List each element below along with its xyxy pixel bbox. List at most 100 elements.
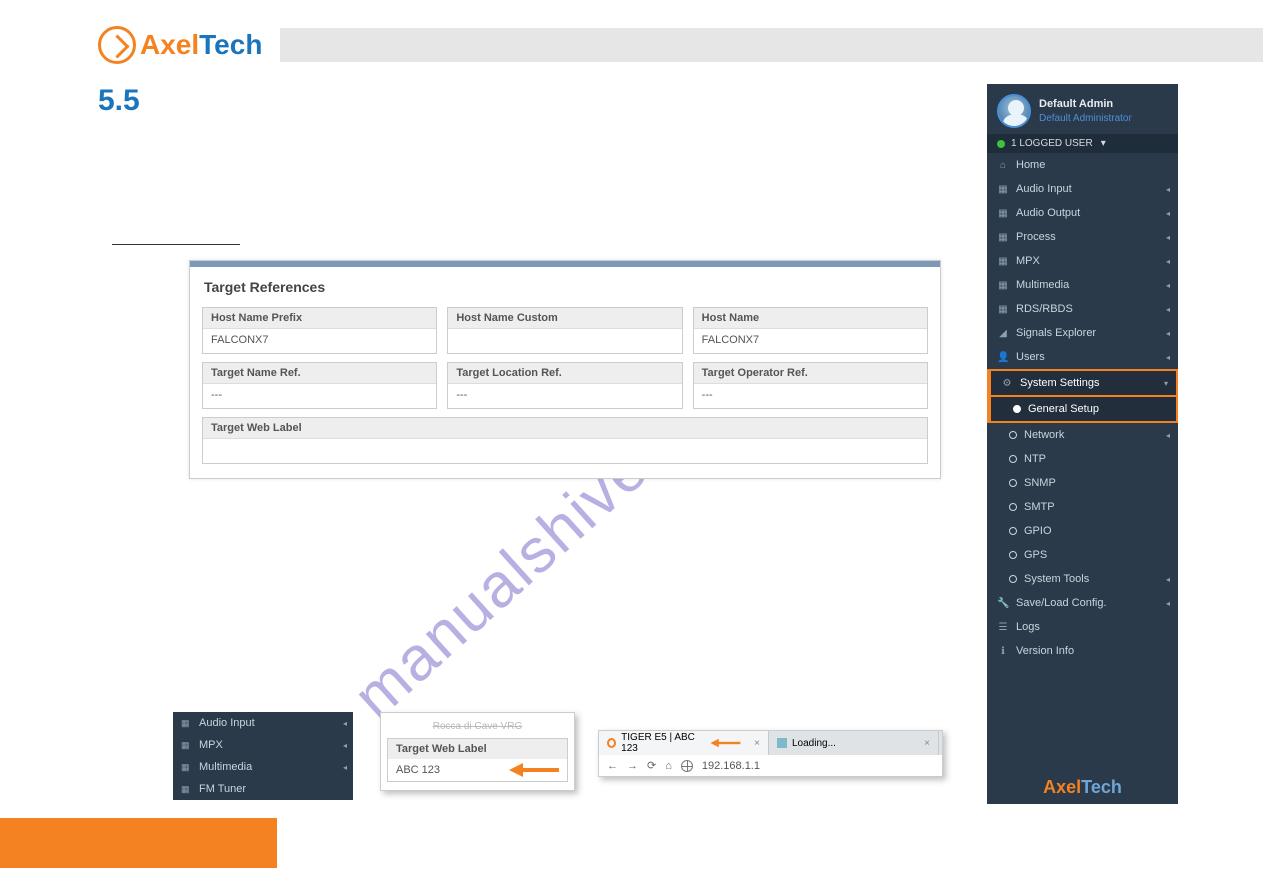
value-target-web-label[interactable] bbox=[203, 439, 927, 463]
mini-mpx-label: MPX bbox=[199, 739, 223, 751]
mini-fm-tuner[interactable]: ▦FM Tuner bbox=[173, 778, 353, 800]
mini-mpx[interactable]: ▦MPX◂ bbox=[173, 734, 353, 756]
target-references-panel: Target References Host Name Prefix FALCO… bbox=[189, 260, 941, 479]
logo-icon bbox=[98, 26, 136, 64]
web-label-head: Target Web Label bbox=[388, 739, 567, 759]
home-icon: ⌂ bbox=[997, 160, 1009, 171]
section-number: 5.5 bbox=[98, 84, 140, 118]
nav-system-tools[interactable]: System Tools◂ bbox=[987, 567, 1178, 591]
label-target-name-ref: Target Name Ref. bbox=[203, 363, 436, 384]
logo-axel: Axel bbox=[140, 29, 199, 60]
nav-snmp[interactable]: SNMP bbox=[987, 471, 1178, 495]
reload-icon[interactable]: ⟳ bbox=[647, 759, 656, 772]
mini-nav: ▦Audio Input◂ ▦MPX◂ ▦Multimedia◂ ▦FM Tun… bbox=[173, 712, 353, 800]
nav-home[interactable]: ⌂Home bbox=[987, 153, 1178, 177]
nav-version-label: Version Info bbox=[1016, 645, 1074, 657]
nav-users-label: Users bbox=[1016, 351, 1045, 363]
signal-icon: ◢ bbox=[997, 328, 1009, 339]
nav-network[interactable]: Network◂ bbox=[987, 423, 1178, 447]
value-target-operator-ref[interactable]: --- bbox=[694, 384, 927, 408]
nav-logs[interactable]: ☰Logs bbox=[987, 615, 1178, 639]
sidebar-footer: AxelTech bbox=[987, 777, 1178, 798]
close-icon[interactable]: × bbox=[924, 738, 930, 749]
field-host-name-prefix: Host Name Prefix FALCONX7 bbox=[202, 307, 437, 354]
nav-save-load-label: Save/Load Config. bbox=[1016, 597, 1107, 609]
web-label-field: Target Web Label ABC 123 bbox=[387, 738, 568, 782]
nav-general-setup-label: General Setup bbox=[1028, 403, 1099, 415]
caret-down-icon: ▾ bbox=[1164, 379, 1168, 388]
list-icon: ☰ bbox=[997, 622, 1009, 633]
nav-process[interactable]: ▦Process◂ bbox=[987, 225, 1178, 249]
tab2-title: Loading... bbox=[792, 738, 836, 749]
nav-network-label: Network bbox=[1024, 429, 1064, 441]
field-target-name-ref: Target Name Ref. --- bbox=[202, 362, 437, 409]
mini-audio-input[interactable]: ▦Audio Input◂ bbox=[173, 712, 353, 734]
forward-icon[interactable]: → bbox=[627, 760, 638, 772]
grid-icon: ▦ bbox=[181, 762, 193, 773]
browser-tab-1[interactable]: TIGER E5 | ABC 123 × bbox=[599, 731, 769, 755]
close-icon[interactable]: × bbox=[754, 738, 760, 749]
nav-smtp[interactable]: SMTP bbox=[987, 495, 1178, 519]
logged-text: 1 LOGGED USER bbox=[1011, 138, 1093, 149]
browser-tab-2[interactable]: Loading... × bbox=[769, 731, 939, 755]
field-target-location-ref: Target Location Ref. --- bbox=[447, 362, 682, 409]
mini-audio-input-label: Audio Input bbox=[199, 717, 255, 729]
label-host-name-custom: Host Name Custom bbox=[448, 308, 681, 329]
chevron-left-icon: ◂ bbox=[1166, 281, 1170, 290]
nav-snmp-label: SNMP bbox=[1024, 477, 1056, 489]
mini-multimedia[interactable]: ▦Multimedia◂ bbox=[173, 756, 353, 778]
back-icon[interactable]: ← bbox=[607, 760, 618, 772]
nav-general-setup[interactable]: General Setup bbox=[987, 397, 1178, 423]
label-target-operator-ref: Target Operator Ref. bbox=[694, 363, 927, 384]
nav-rds[interactable]: ▦RDS/RBDS◂ bbox=[987, 297, 1178, 321]
nav-audio-output[interactable]: ▦Audio Output◂ bbox=[987, 201, 1178, 225]
logged-users-bar[interactable]: 1 LOGGED USER ▾ bbox=[987, 134, 1178, 153]
nav-gps[interactable]: GPS bbox=[987, 543, 1178, 567]
nav-rds-label: RDS/RBDS bbox=[1016, 303, 1073, 315]
value-target-name-ref[interactable]: --- bbox=[203, 384, 436, 408]
nav-signals[interactable]: ◢ Signals Explorer ◂ bbox=[987, 321, 1178, 345]
home-icon[interactable]: ⌂ bbox=[665, 760, 672, 772]
grid-icon: ▦ bbox=[181, 718, 193, 729]
nav-signals-label: Signals Explorer bbox=[1016, 327, 1096, 339]
browser-tabs: TIGER E5 | ABC 123 × Loading... × bbox=[599, 731, 942, 755]
value-host-name-prefix[interactable]: FALCONX7 bbox=[203, 329, 436, 353]
nav-mpx[interactable]: ▦MPX◂ bbox=[987, 249, 1178, 273]
nav-gpio[interactable]: GPIO bbox=[987, 519, 1178, 543]
web-label-value-row[interactable]: ABC 123 bbox=[388, 759, 567, 781]
nav-ntp[interactable]: NTP bbox=[987, 447, 1178, 471]
nav-audio-input[interactable]: ▦Audio Input◂ bbox=[987, 177, 1178, 201]
url-text[interactable]: 192.168.1.1 bbox=[702, 760, 760, 772]
nav-multimedia[interactable]: ▦ Multimedia ◂ bbox=[987, 273, 1178, 297]
sidebar: Default Admin Default Administrator 1 LO… bbox=[987, 84, 1178, 804]
nav-version[interactable]: ℹVersion Info bbox=[987, 639, 1178, 663]
nav-audio-input-label: Audio Input bbox=[1016, 183, 1072, 195]
nav-save-load[interactable]: 🔧Save/Load Config.◂ bbox=[987, 591, 1178, 615]
footer-logo-axel: Axel bbox=[1043, 777, 1081, 797]
browser-snippet: TIGER E5 | ABC 123 × Loading... × ← → ⟳ … bbox=[598, 730, 943, 777]
nav-multimedia-label: Multimedia bbox=[1016, 279, 1069, 291]
caret-down-icon: ▾ bbox=[1101, 138, 1106, 149]
favicon-loading-icon bbox=[777, 738, 787, 748]
web-label-snippet: Rocca di Cave VRG Target Web Label ABC 1… bbox=[380, 712, 575, 791]
grid-icon: ▦ bbox=[997, 280, 1009, 291]
user-row: Default Admin Default Administrator bbox=[987, 84, 1178, 134]
nav-system-settings[interactable]: ⚙ System Settings ▾ bbox=[987, 369, 1178, 397]
chevron-left-icon: ◂ bbox=[1166, 329, 1170, 338]
web-label-struck: Rocca di Cave VRG bbox=[387, 721, 568, 732]
value-host-name[interactable]: FALCONX7 bbox=[694, 329, 927, 353]
nav-system-settings-label: System Settings bbox=[1020, 377, 1099, 389]
value-target-location-ref[interactable]: --- bbox=[448, 384, 681, 408]
logo: AxelTech bbox=[98, 26, 262, 64]
nav-users[interactable]: 👤Users◂ bbox=[987, 345, 1178, 369]
gear-icon: ⚙ bbox=[1001, 378, 1013, 389]
nav-process-label: Process bbox=[1016, 231, 1056, 243]
tab1-title: TIGER E5 | ABC 123 bbox=[621, 732, 701, 754]
bullet-icon bbox=[1009, 503, 1017, 511]
logo-tech: Tech bbox=[199, 29, 262, 60]
chevron-left-icon: ◂ bbox=[1166, 185, 1170, 194]
nav-smtp-label: SMTP bbox=[1024, 501, 1055, 513]
nav-system-tools-label: System Tools bbox=[1024, 573, 1089, 585]
value-host-name-custom[interactable] bbox=[448, 329, 681, 353]
nav-ntp-label: NTP bbox=[1024, 453, 1046, 465]
